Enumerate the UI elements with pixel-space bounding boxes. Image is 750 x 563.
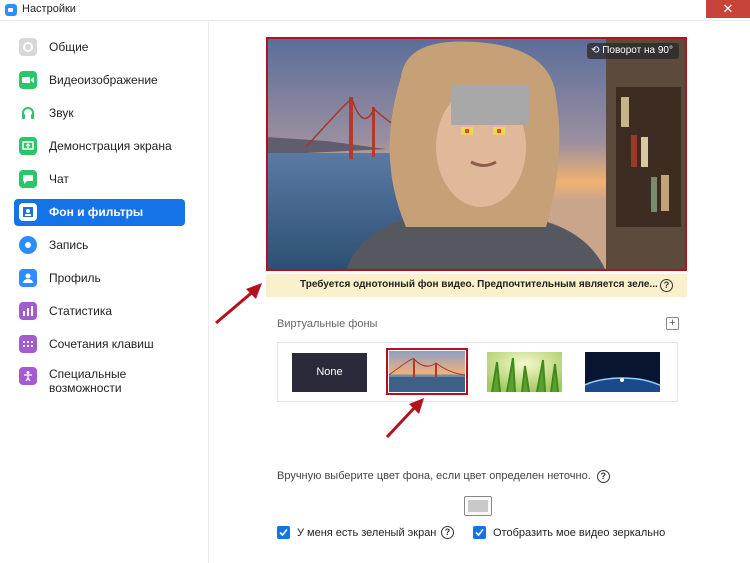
green-background-notice: Требуется однотонный фон видео. Предпочт…: [266, 274, 687, 297]
rotate-icon: ⟲: [591, 45, 603, 56]
video-preview-image: [268, 39, 685, 269]
video-preview: ⟲ Поворот на 90°: [266, 37, 687, 271]
background-thumbnail-grass[interactable]: [487, 352, 562, 392]
sidebar-item-recording[interactable]: Запись: [14, 232, 185, 259]
sidebar-item-label: Сочетания клавиш: [49, 337, 154, 351]
close-button[interactable]: ✕: [706, 0, 750, 18]
background-thumbnail-none[interactable]: None: [292, 353, 367, 392]
title-bar: Настройки ✕: [0, 0, 750, 21]
video-icon: [19, 71, 37, 89]
settings-sidebar: Общие Видеоизображение Звук Демонстрация…: [0, 21, 209, 563]
sidebar-item-keyboard-shortcuts[interactable]: Сочетания клавиш: [14, 331, 185, 358]
manual-color-text: Вручную выберите цвет фона, если цвет оп…: [277, 470, 591, 482]
statistics-icon: [19, 302, 37, 320]
rotate-label: Поворот на 90°: [602, 45, 673, 56]
sidebar-item-label: Звук: [49, 106, 74, 120]
green-screen-label: У меня есть зеленый экран: [297, 527, 437, 539]
sidebar-item-label: Запись: [49, 238, 89, 252]
sidebar-item-audio[interactable]: Звук: [14, 100, 185, 127]
sidebar-item-statistics[interactable]: Статистика: [14, 298, 185, 325]
sidebar-item-label: Статистика: [49, 304, 113, 318]
rotate-90-button[interactable]: ⟲ Поворот на 90°: [587, 43, 679, 59]
sidebar-item-label: Чат: [49, 172, 69, 186]
background-icon: [19, 203, 37, 221]
accessibility-icon: [19, 367, 37, 385]
record-icon: [19, 236, 37, 254]
sidebar-item-label: Специальные возможности: [49, 367, 127, 395]
add-background-button[interactable]: +: [666, 317, 679, 330]
share-screen-icon: [19, 137, 37, 155]
sidebar-item-label: Видеоизображение: [49, 73, 158, 87]
gear-icon: [19, 38, 37, 56]
sidebar-item-accessibility[interactable]: Специальные возможности: [14, 364, 185, 404]
annotation-arrow: [215, 283, 262, 325]
green-screen-checkbox[interactable]: [277, 526, 290, 539]
headphones-icon: [19, 104, 37, 122]
sidebar-item-label: Фон и фильтры: [49, 205, 144, 219]
sidebar-item-video[interactable]: Видеоизображение: [14, 67, 185, 94]
background-thumbnail-earth-space[interactable]: [585, 352, 660, 392]
mirror-video-label: Отобразить мое видео зеркально: [493, 527, 666, 539]
sidebar-item-share-screen[interactable]: Демонстрация экрана: [14, 133, 185, 160]
background-color-picker[interactable]: [464, 496, 492, 516]
sidebar-item-background-filters[interactable]: Фон и фильтры: [14, 199, 185, 226]
keyboard-icon: [19, 335, 37, 353]
window-title: Настройки: [22, 3, 76, 15]
mirror-video-checkbox[interactable]: [473, 526, 486, 539]
zoom-app-icon: [5, 4, 17, 16]
help-icon[interactable]: ?: [660, 279, 673, 292]
sidebar-item-chat[interactable]: Чат: [14, 166, 185, 193]
sidebar-item-general[interactable]: Общие: [14, 34, 185, 61]
annotation-arrow: [385, 398, 424, 439]
help-icon[interactable]: ?: [441, 526, 454, 539]
virtual-backgrounds-label: Виртуальные фоны: [277, 318, 378, 330]
manual-color-label: Вручную выберите цвет фона, если цвет оп…: [277, 470, 610, 483]
sidebar-item-profile[interactable]: Профиль: [14, 265, 185, 292]
sidebar-item-label: Профиль: [49, 271, 101, 285]
profile-icon: [19, 269, 37, 287]
sidebar-item-label: Общие: [49, 40, 89, 54]
help-icon[interactable]: ?: [596, 470, 610, 483]
chat-icon: [19, 170, 37, 188]
sidebar-item-label: Демонстрация экрана: [49, 139, 172, 153]
notice-text: Требуется однотонный фон видео. Предпочт…: [300, 279, 658, 290]
selected-background-frame: [386, 348, 468, 395]
